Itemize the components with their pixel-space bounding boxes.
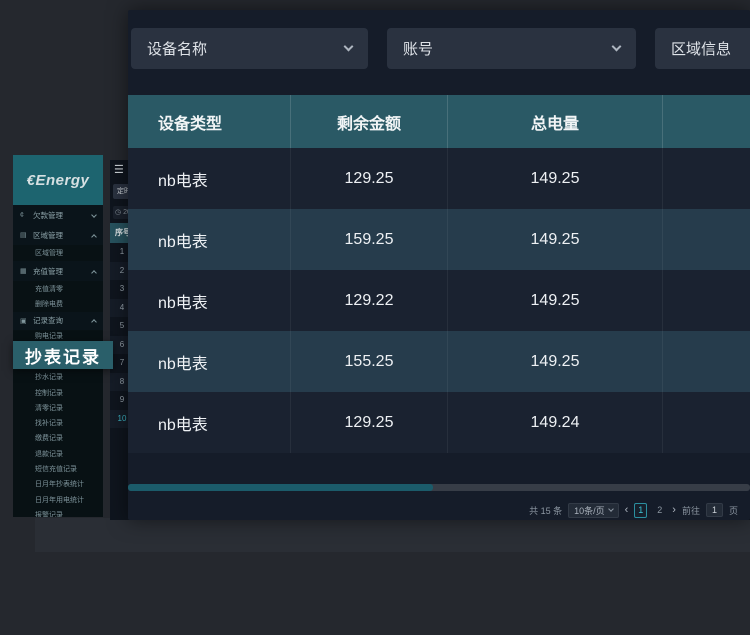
recharge-icon: ▦ (20, 267, 29, 275)
chevron-up-icon (91, 270, 97, 276)
sidebar-item-alarm-records[interactable]: 报警记录 (13, 507, 103, 517)
sidebar-item-meter-reading-stats[interactable]: 日月年抄表统计 (13, 477, 103, 492)
meter-reading-panel: 设备名称 账号 区域信息 设备类型 剩余金额 总电量 nb电表 129.25 1… (128, 10, 750, 520)
page-button-2[interactable]: 2 (653, 505, 666, 515)
region-info-select[interactable]: 区域信息 (655, 28, 750, 69)
goto-page-input[interactable] (706, 503, 723, 517)
column-header-device-type: 设备类型 (128, 95, 291, 148)
chevron-down-icon (608, 506, 614, 512)
hamburger-menu-icon[interactable]: ☰ (114, 164, 124, 176)
goto-suffix: 页 (729, 504, 738, 517)
next-page-button[interactable]: › (672, 505, 676, 516)
table-header: 设备类型 剩余金额 总电量 (128, 95, 750, 148)
records-icon: ▣ (20, 317, 29, 325)
column-header-remaining-amount: 剩余金额 (291, 95, 448, 148)
sidebar-item-record-query[interactable]: ▣ 记录查询 (13, 312, 103, 330)
sidebar-item-sms-recharge-records[interactable]: 短信充值记录 (13, 461, 103, 476)
chevron-up-icon (91, 319, 97, 325)
sidebar-item-region-management[interactable]: ▤ 区域管理 (13, 225, 103, 245)
sidebar-item-payment-records[interactable]: 缴费记录 (13, 431, 103, 446)
sidebar-item-control-records[interactable]: 控制记录 (13, 385, 103, 400)
device-name-select[interactable]: 设备名称 (131, 28, 368, 69)
goto-label: 前往 (682, 504, 700, 517)
chevron-down-icon (344, 42, 354, 52)
table-row[interactable]: nb电表 129.25 149.25 (128, 148, 750, 209)
sidebar: €Energy ¢ 欠款管理 ▤ 区域管理 区域管理 ▦ 充值管理 充值清零 删… (13, 155, 103, 517)
chevron-up-icon (91, 234, 97, 240)
app-logo: €Energy (13, 155, 103, 205)
total-count: 共 15 条 (529, 504, 562, 517)
account-select[interactable]: 账号 (387, 28, 636, 69)
sidebar-item-recharge-clear[interactable]: 充值清零 (13, 281, 103, 296)
arrears-icon: ¢ (20, 212, 29, 219)
column-header-cutoff (663, 95, 750, 148)
horizontal-scrollbar[interactable] (128, 484, 750, 491)
table-body: nb电表 129.25 149.25 nb电表 159.25 149.25 nb… (128, 148, 750, 453)
sidebar-item-adjustment-records[interactable]: 找补记录 (13, 415, 103, 430)
sidebar-item-water-reading-records[interactable]: 抄水记录 (13, 370, 103, 385)
pagination: 共 15 条 10条/页 ‹ 1 2 › 前往 页 (529, 501, 738, 519)
sidebar-item-clear-records[interactable]: 清零记录 (13, 400, 103, 415)
column-header-total-power: 总电量 (448, 95, 663, 148)
prev-page-button[interactable]: ‹ (625, 505, 629, 516)
filter-bar: 设备名称 账号 区域信息 (131, 28, 750, 69)
sidebar-item-delete-charges[interactable]: 删除电费 (13, 296, 103, 311)
scrollbar-thumb[interactable] (128, 484, 433, 491)
table-row[interactable]: nb电表 129.22 149.25 (128, 270, 750, 331)
sidebar-item-recharge-management[interactable]: ▦ 充值管理 (13, 261, 103, 281)
chevron-down-icon (91, 212, 97, 218)
sidebar-item-purchase-records[interactable]: 购电记录 (13, 330, 103, 342)
sidebar-item-meter-reading-records-active[interactable]: 抄表记录 (13, 341, 113, 369)
page-size-select[interactable]: 10条/页 (568, 503, 619, 518)
page-button-1[interactable]: 1 (634, 503, 647, 518)
table-row[interactable]: nb电表 129.25 149.24 (128, 392, 750, 453)
region-icon: ▤ (20, 231, 29, 239)
bottom-band (35, 518, 750, 552)
sidebar-item-region-management-sub[interactable]: 区域管理 (13, 245, 103, 261)
table-row[interactable]: nb电表 159.25 149.25 (128, 209, 750, 270)
sidebar-item-arrears-management[interactable]: ¢ 欠款管理 (13, 205, 103, 225)
sidebar-item-power-usage-stats[interactable]: 日月年用电统计 (13, 492, 103, 507)
chevron-down-icon (612, 42, 622, 52)
sidebar-item-refund-records[interactable]: 退款记录 (13, 446, 103, 461)
table-row[interactable]: nb电表 155.25 149.25 (128, 331, 750, 392)
